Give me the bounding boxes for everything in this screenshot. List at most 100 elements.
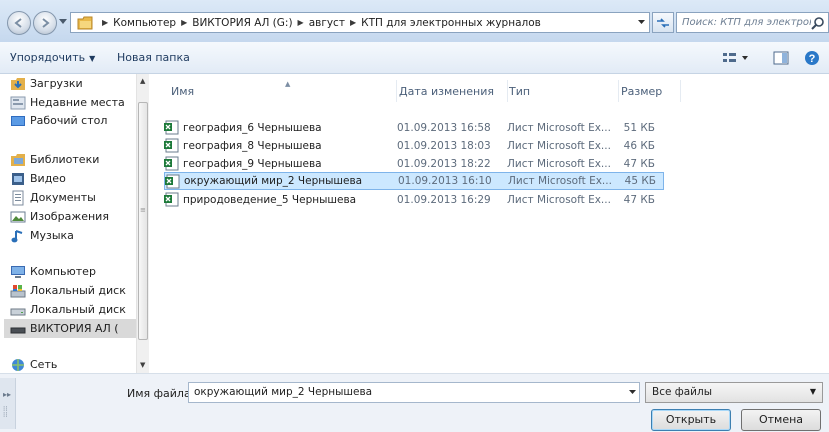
nav-label: ВИКТОРИЯ АЛ ( bbox=[30, 322, 119, 335]
chevron-right-icon[interactable]: ▶ bbox=[181, 18, 187, 27]
change-view-icon[interactable] bbox=[722, 51, 750, 65]
file-row[interactable]: география_8 Чернышева 01.09.2013 18:03 Л… bbox=[164, 137, 664, 154]
column-name-label: Имя bbox=[171, 84, 195, 98]
search-placeholder: Поиск: КТП для электронных... bbox=[682, 17, 811, 28]
column-header-type[interactable]: Тип bbox=[509, 80, 619, 102]
file-size: 46 КБ bbox=[623, 139, 655, 152]
recent-places-icon bbox=[10, 96, 26, 109]
column-date-label: Дата изменения bbox=[399, 84, 494, 98]
preview-pane-icon[interactable] bbox=[773, 51, 789, 65]
search-icon[interactable] bbox=[811, 16, 825, 30]
nav-label: Изображения bbox=[30, 210, 109, 223]
chevron-right-icon: ▶ bbox=[102, 18, 109, 27]
new-folder-button[interactable]: Новая папка bbox=[117, 51, 190, 64]
chevron-down-icon: ▼ bbox=[809, 387, 816, 396]
nav-label: Библиотеки bbox=[30, 153, 100, 166]
excel-file-icon bbox=[164, 120, 179, 135]
chevron-right-icon[interactable]: ▶ bbox=[298, 18, 304, 27]
local-disk-icon bbox=[10, 284, 26, 297]
search-input[interactable]: Поиск: КТП для электронных... bbox=[676, 12, 829, 33]
nav-label: Документы bbox=[30, 191, 96, 204]
scroll-up-icon[interactable]: ▲ bbox=[140, 77, 145, 85]
file-type: Лист Microsoft Ex... bbox=[508, 175, 612, 187]
column-type-label: Тип bbox=[509, 84, 531, 98]
file-date: 01.09.2013 16:29 bbox=[397, 193, 491, 206]
file-name: география_6 Чернышева bbox=[183, 121, 322, 134]
nav-label: Локальный диск bbox=[30, 303, 126, 316]
desktop-icon bbox=[11, 115, 25, 126]
nav-item-video[interactable]: Видео bbox=[10, 169, 66, 188]
nav-label: Компьютер bbox=[30, 265, 96, 278]
column-header-size[interactable]: Размер bbox=[621, 80, 681, 102]
details-pane-toggle[interactable]: ▸▸ ⁞⁞ ⁞⁞ bbox=[0, 378, 16, 429]
nav-item-viktoriya-drive[interactable]: ВИКТОРИЯ АЛ ( bbox=[4, 319, 136, 338]
breadcrumb-august[interactable]: август bbox=[309, 17, 345, 29]
excel-file-icon bbox=[164, 192, 179, 207]
file-size: 45 КБ bbox=[624, 175, 656, 187]
file-row[interactable]: география_6 Чернышева 01.09.2013 16:58 Л… bbox=[164, 119, 664, 136]
organize-button[interactable]: Упорядочить ▼ bbox=[10, 51, 95, 64]
file-name-dropdown-button[interactable] bbox=[626, 383, 639, 402]
svg-text:?: ? bbox=[809, 53, 816, 65]
music-icon bbox=[11, 229, 23, 242]
nav-item-local-disk-c[interactable]: Локальный диск bbox=[10, 281, 126, 300]
file-size: 51 КБ bbox=[623, 121, 655, 134]
address-dropdown-button[interactable] bbox=[633, 13, 649, 32]
chevron-down-icon bbox=[637, 20, 645, 24]
file-name-input[interactable]: окружающий мир_2 Чернышева bbox=[188, 382, 640, 403]
address-bar[interactable]: ▶ Компьютер ▶ ВИКТОРИЯ АЛ (G:) ▶ август … bbox=[70, 12, 650, 33]
nav-item-recent-places[interactable]: Недавние места bbox=[10, 93, 125, 112]
nav-label: Локальный диск bbox=[30, 284, 126, 297]
chevron-right-icon[interactable]: ▶ bbox=[350, 18, 356, 27]
cancel-button[interactable]: Отмена bbox=[741, 409, 821, 431]
bottom-panel: ▸▸ ⁞⁞ ⁞⁞ Имя файла: окружающий мир_2 Черн… bbox=[0, 373, 829, 432]
downloads-icon bbox=[11, 77, 25, 90]
refresh-icon bbox=[657, 17, 669, 28]
file-row-selected[interactable]: окружающий мир_2 Чернышева 01.09.2013 16… bbox=[164, 172, 664, 190]
nav-item-network[interactable]: Сеть bbox=[10, 355, 57, 374]
forward-button[interactable] bbox=[33, 11, 57, 35]
file-row[interactable]: природоведение_5 Чернышева 01.09.2013 16… bbox=[164, 191, 664, 208]
file-name-label: Имя файла: bbox=[127, 387, 195, 400]
file-row[interactable]: география_9 Чернышева 01.09.2013 18:22 Л… bbox=[164, 155, 664, 172]
nav-item-documents[interactable]: Документы bbox=[10, 188, 96, 207]
network-icon bbox=[12, 358, 24, 371]
file-name: география_9 Чернышева bbox=[183, 157, 322, 170]
nav-item-pictures[interactable]: Изображения bbox=[10, 207, 109, 226]
file-type-value: Все файлы bbox=[652, 386, 713, 398]
nav-item-desktop[interactable]: Рабочий стол bbox=[10, 111, 107, 130]
file-type-select[interactable]: Все файлы ▼ bbox=[645, 382, 823, 403]
breadcrumb-drive[interactable]: ВИКТОРИЯ АЛ (G:) bbox=[192, 17, 292, 29]
scroll-down-icon[interactable]: ▼ bbox=[140, 361, 145, 369]
column-header-date[interactable]: Дата изменения bbox=[398, 80, 508, 102]
nav-label: Музыка bbox=[30, 229, 74, 242]
file-type: Лист Microsoft Ex... bbox=[507, 139, 611, 152]
file-type: Лист Microsoft Ex... bbox=[507, 157, 611, 170]
nav-item-computer[interactable]: Компьютер bbox=[10, 262, 96, 281]
nav-item-music[interactable]: Музыка bbox=[10, 226, 74, 245]
file-date: 01.09.2013 16:58 bbox=[397, 121, 491, 134]
folder-icon bbox=[77, 16, 93, 29]
nav-item-local-disk-d[interactable]: Локальный диск bbox=[10, 300, 126, 319]
help-icon[interactable]: ? bbox=[804, 50, 820, 66]
pictures-icon bbox=[10, 211, 26, 222]
file-date: 01.09.2013 18:03 bbox=[397, 139, 491, 152]
back-button[interactable] bbox=[7, 11, 31, 35]
navigation-scrollbar[interactable]: ▲ ≡ ▼ bbox=[136, 74, 149, 373]
recent-pages-dropdown-icon[interactable] bbox=[59, 19, 67, 25]
scrollbar-thumb[interactable] bbox=[138, 102, 148, 340]
sort-ascending-icon: ▲ bbox=[285, 80, 291, 88]
address-row: ▶ Компьютер ▶ ВИКТОРИЯ АЛ (G:) ▶ август … bbox=[0, 0, 829, 42]
refresh-button[interactable] bbox=[652, 12, 674, 33]
breadcrumb-ktp-folder[interactable]: КТП для электронных журналов bbox=[361, 17, 541, 29]
column-size-label: Размер bbox=[621, 84, 663, 98]
nav-item-downloads[interactable]: Загрузки bbox=[10, 74, 83, 93]
back-arrow-icon bbox=[14, 18, 22, 28]
excel-file-icon bbox=[165, 174, 180, 188]
column-header-name[interactable]: ▲ Имя bbox=[164, 80, 397, 102]
breadcrumb-computer[interactable]: Компьютер bbox=[113, 17, 176, 29]
file-name: окружающий мир_2 Чернышева bbox=[184, 175, 363, 187]
computer-icon bbox=[11, 265, 25, 278]
nav-item-libraries[interactable]: Библиотеки bbox=[10, 150, 99, 169]
open-button[interactable]: Открыть bbox=[651, 409, 731, 431]
